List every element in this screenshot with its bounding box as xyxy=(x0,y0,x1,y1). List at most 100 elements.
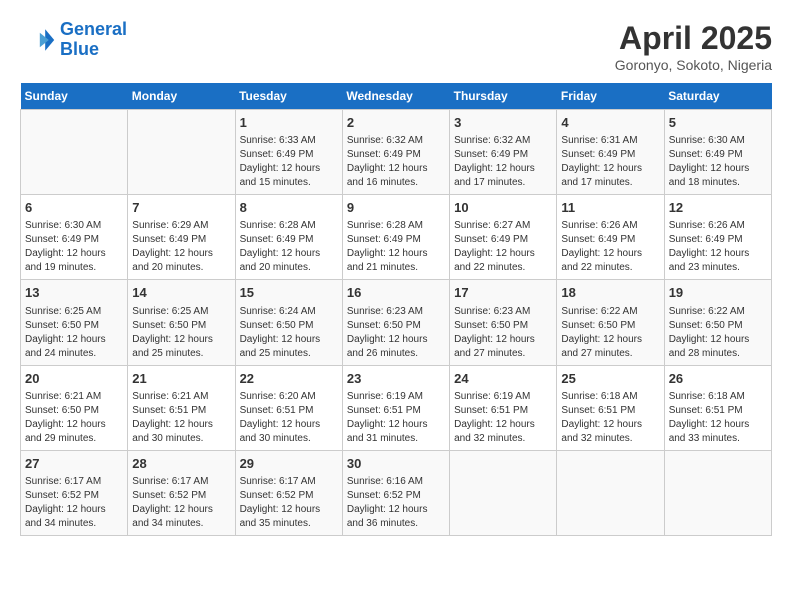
day-info: Sunrise: 6:16 AMSunset: 6:52 PMDaylight:… xyxy=(347,475,445,531)
calendar-cell: 29Sunrise: 6:17 AMSunset: 6:52 PMDayligh… xyxy=(235,450,342,535)
page-header: General Blue April 2025 Goronyo, Sokoto,… xyxy=(20,20,772,73)
day-number: 20 xyxy=(25,370,123,388)
day-info: Sunrise: 6:23 AMSunset: 6:50 PMDaylight:… xyxy=(454,305,552,361)
day-number: 17 xyxy=(454,284,552,302)
calendar-cell xyxy=(21,110,128,195)
calendar-week-5: 27 Sunrise: 6:17 AMSunset: 6:52 PMDayligh… xyxy=(21,450,772,535)
logo: General Blue xyxy=(20,20,127,60)
calendar-cell: 22Sunrise: 6:20 AMSunset: 6:51 PMDayligh… xyxy=(235,365,342,450)
day-info: Sunrise: 6:23 AMSunset: 6:50 PMDaylight:… xyxy=(347,305,445,361)
weekday-header-row: SundayMondayTuesdayWednesdayThursdayFrid… xyxy=(21,83,772,110)
day-info: Sunrise: 6:30 AMSunset: 6:49 PMDaylight:… xyxy=(669,134,767,190)
calendar-table: SundayMondayTuesdayWednesdayThursdayFrid… xyxy=(20,83,772,536)
logo-icon xyxy=(20,22,56,58)
day-number: 1 xyxy=(240,114,338,132)
day-number: 26 xyxy=(669,370,767,388)
calendar-cell: 16 Sunrise: 6:23 AMSunset: 6:50 PMDayligh… xyxy=(342,280,449,365)
day-info: Sunrise: 6:17 AMSunset: 6:52 PMDaylight:… xyxy=(240,475,338,531)
calendar-cell: 11Sunrise: 6:26 AMSunset: 6:49 PMDayligh… xyxy=(557,195,664,280)
day-info: Sunrise: 6:31 AMSunset: 6:49 PMDaylight:… xyxy=(561,134,659,190)
day-info: Sunrise: 6:21 AMSunset: 6:50 PMDaylight:… xyxy=(25,390,123,446)
day-number: 24 xyxy=(454,370,552,388)
day-info: Sunrise: 6:29 AMSunset: 6:49 PMDaylight:… xyxy=(132,219,230,275)
calendar-week-4: 20 Sunrise: 6:21 AMSunset: 6:50 PMDayligh… xyxy=(21,365,772,450)
day-number: 15 xyxy=(240,284,338,302)
day-info: Sunrise: 6:24 AMSunset: 6:50 PMDaylight:… xyxy=(240,305,338,361)
day-info: Sunrise: 6:25 AMSunset: 6:50 PMDaylight:… xyxy=(132,305,230,361)
day-info: Sunrise: 6:18 AMSunset: 6:51 PMDaylight:… xyxy=(561,390,659,446)
calendar-cell: 23 Sunrise: 6:19 AMSunset: 6:51 PMDayligh… xyxy=(342,365,449,450)
day-number: 4 xyxy=(561,114,659,132)
calendar-cell: 26 Sunrise: 6:18 AMSunset: 6:51 PMDayligh… xyxy=(664,365,771,450)
day-info: Sunrise: 6:18 AMSunset: 6:51 PMDaylight:… xyxy=(669,390,767,446)
day-number: 13 xyxy=(25,284,123,302)
calendar-cell xyxy=(450,450,557,535)
weekday-header-wednesday: Wednesday xyxy=(342,83,449,110)
calendar-cell xyxy=(557,450,664,535)
calendar-week-3: 13 Sunrise: 6:25 AMSunset: 6:50 PMDayligh… xyxy=(21,280,772,365)
day-number: 3 xyxy=(454,114,552,132)
day-info: Sunrise: 6:32 AMSunset: 6:49 PMDaylight:… xyxy=(347,134,445,190)
day-number: 7 xyxy=(132,199,230,217)
calendar-cell: 2 Sunrise: 6:32 AMSunset: 6:49 PMDaylight… xyxy=(342,110,449,195)
day-info: Sunrise: 6:28 AMSunset: 6:49 PMDaylight:… xyxy=(347,219,445,275)
calendar-cell: 28 Sunrise: 6:17 AMSunset: 6:52 PMDayligh… xyxy=(128,450,235,535)
calendar-cell: 5Sunrise: 6:30 AMSunset: 6:49 PMDaylight… xyxy=(664,110,771,195)
day-number: 16 xyxy=(347,284,445,302)
weekday-header-tuesday: Tuesday xyxy=(235,83,342,110)
weekday-header-sunday: Sunday xyxy=(21,83,128,110)
calendar-cell: 10Sunrise: 6:27 AMSunset: 6:49 PMDayligh… xyxy=(450,195,557,280)
calendar-cell: 17 Sunrise: 6:23 AMSunset: 6:50 PMDayligh… xyxy=(450,280,557,365)
day-number: 28 xyxy=(132,455,230,473)
calendar-cell: 14Sunrise: 6:25 AMSunset: 6:50 PMDayligh… xyxy=(128,280,235,365)
calendar-cell: 30 Sunrise: 6:16 AMSunset: 6:52 PMDayligh… xyxy=(342,450,449,535)
calendar-cell: 3 Sunrise: 6:32 AMSunset: 6:49 PMDaylight… xyxy=(450,110,557,195)
calendar-cell: 12 Sunrise: 6:26 AMSunset: 6:49 PMDayligh… xyxy=(664,195,771,280)
calendar-cell: 25 Sunrise: 6:18 AMSunset: 6:51 PMDayligh… xyxy=(557,365,664,450)
day-info: Sunrise: 6:20 AMSunset: 6:51 PMDaylight:… xyxy=(240,390,338,446)
day-info: Sunrise: 6:22 AMSunset: 6:50 PMDaylight:… xyxy=(669,305,767,361)
calendar-cell: 6Sunrise: 6:30 AMSunset: 6:49 PMDaylight… xyxy=(21,195,128,280)
day-info: Sunrise: 6:19 AMSunset: 6:51 PMDaylight:… xyxy=(347,390,445,446)
calendar-week-1: 1 Sunrise: 6:33 AMSunset: 6:49 PMDaylight… xyxy=(21,110,772,195)
month-title: April 2025 xyxy=(615,20,772,57)
location: Goronyo, Sokoto, Nigeria xyxy=(615,57,772,73)
weekday-header-monday: Monday xyxy=(128,83,235,110)
day-info: Sunrise: 6:32 AMSunset: 6:49 PMDaylight:… xyxy=(454,134,552,190)
day-number: 27 xyxy=(25,455,123,473)
calendar-cell: 7 Sunrise: 6:29 AMSunset: 6:49 PMDaylight… xyxy=(128,195,235,280)
calendar-cell: 15 Sunrise: 6:24 AMSunset: 6:50 PMDayligh… xyxy=(235,280,342,365)
weekday-header-thursday: Thursday xyxy=(450,83,557,110)
calendar-cell: 13Sunrise: 6:25 AMSunset: 6:50 PMDayligh… xyxy=(21,280,128,365)
day-info: Sunrise: 6:27 AMSunset: 6:49 PMDaylight:… xyxy=(454,219,552,275)
day-info: Sunrise: 6:26 AMSunset: 6:49 PMDaylight:… xyxy=(669,219,767,275)
calendar-week-2: 6Sunrise: 6:30 AMSunset: 6:49 PMDaylight… xyxy=(21,195,772,280)
calendar-cell: 27 Sunrise: 6:17 AMSunset: 6:52 PMDayligh… xyxy=(21,450,128,535)
day-info: Sunrise: 6:19 AMSunset: 6:51 PMDaylight:… xyxy=(454,390,552,446)
day-info: Sunrise: 6:17 AMSunset: 6:52 PMDaylight:… xyxy=(25,475,123,531)
logo-text: General Blue xyxy=(60,20,127,60)
calendar-cell: 24 Sunrise: 6:19 AMSunset: 6:51 PMDayligh… xyxy=(450,365,557,450)
day-info: Sunrise: 6:28 AMSunset: 6:49 PMDaylight:… xyxy=(240,219,338,275)
calendar-cell: 9 Sunrise: 6:28 AMSunset: 6:49 PMDaylight… xyxy=(342,195,449,280)
day-number: 6 xyxy=(25,199,123,217)
day-number: 30 xyxy=(347,455,445,473)
calendar-cell: 20 Sunrise: 6:21 AMSunset: 6:50 PMDayligh… xyxy=(21,365,128,450)
day-number: 12 xyxy=(669,199,767,217)
day-number: 8 xyxy=(240,199,338,217)
day-number: 2 xyxy=(347,114,445,132)
day-info: Sunrise: 6:17 AMSunset: 6:52 PMDaylight:… xyxy=(132,475,230,531)
calendar-cell: 21Sunrise: 6:21 AMSunset: 6:51 PMDayligh… xyxy=(128,365,235,450)
calendar-cell: 19 Sunrise: 6:22 AMSunset: 6:50 PMDayligh… xyxy=(664,280,771,365)
weekday-header-friday: Friday xyxy=(557,83,664,110)
day-number: 19 xyxy=(669,284,767,302)
day-number: 18 xyxy=(561,284,659,302)
calendar-cell xyxy=(128,110,235,195)
day-number: 23 xyxy=(347,370,445,388)
weekday-header-saturday: Saturday xyxy=(664,83,771,110)
calendar-cell: 4 Sunrise: 6:31 AMSunset: 6:49 PMDaylight… xyxy=(557,110,664,195)
day-info: Sunrise: 6:33 AMSunset: 6:49 PMDaylight:… xyxy=(240,134,338,190)
day-info: Sunrise: 6:21 AMSunset: 6:51 PMDaylight:… xyxy=(132,390,230,446)
day-number: 25 xyxy=(561,370,659,388)
day-number: 9 xyxy=(347,199,445,217)
